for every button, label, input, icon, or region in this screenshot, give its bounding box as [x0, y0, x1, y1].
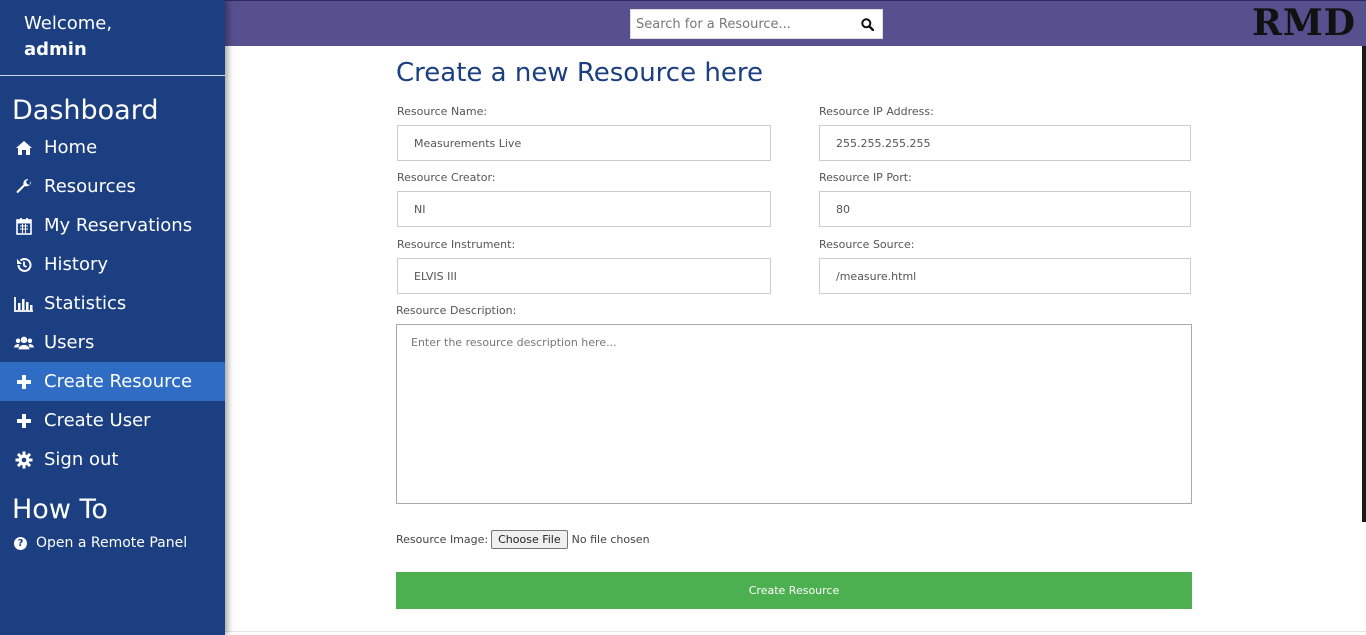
resource-ip-address-label: Resource IP Address:: [819, 105, 934, 118]
main-content: Create a new Resource here: [396, 46, 1196, 88]
sidebar-item-resources[interactable]: Resources: [0, 167, 225, 206]
dashboard-title: Dashboard: [12, 95, 159, 126]
resource-ip-port-input[interactable]: [819, 191, 1191, 227]
resource-creator-label: Resource Creator:: [397, 171, 496, 184]
sidebar-item-sign-out[interactable]: Sign out: [0, 440, 225, 479]
resource-description-textarea[interactable]: [396, 324, 1192, 504]
logo: RMD: [1252, 2, 1356, 44]
sidebar-item-history[interactable]: History: [0, 245, 225, 284]
sidebar-item-label: Home: [44, 137, 98, 158]
howto-item-label: Open a Remote Panel: [36, 535, 188, 551]
resource-instrument-input[interactable]: [397, 258, 771, 294]
sidebar-item-label: Statistics: [44, 293, 127, 314]
resource-creator-input[interactable]: [397, 191, 771, 227]
resource-source-label: Resource Source:: [819, 238, 915, 251]
resource-name-input[interactable]: [397, 125, 771, 161]
sidebar-item-create-user[interactable]: Create User: [0, 401, 225, 440]
search-icon[interactable]: [853, 10, 881, 38]
bar-chart-icon: [14, 294, 34, 314]
howto-item-open-remote-panel[interactable]: ? Open a Remote Panel: [0, 535, 225, 551]
sidebar-item-label: Sign out: [44, 449, 119, 470]
wrench-icon: [14, 177, 34, 197]
sidebar-item-my-reservations[interactable]: My Reservations: [0, 206, 225, 245]
create-resource-button[interactable]: Create Resource: [396, 572, 1192, 609]
sidebar-item-create-resource[interactable]: Create Resource: [0, 362, 225, 401]
welcome-block: Welcome, admin: [0, 0, 225, 76]
resource-image-label: Resource Image:: [396, 533, 489, 546]
search-input[interactable]: [631, 10, 853, 38]
resource-ip-port-label: Resource IP Port:: [819, 171, 912, 184]
sidebar-item-statistics[interactable]: Statistics: [0, 284, 225, 323]
resource-instrument-label: Resource Instrument:: [397, 238, 516, 251]
sidebar-item-label: Create Resource: [44, 371, 193, 392]
sidebar-item-label: Resources: [44, 176, 136, 197]
file-status: No file chosen: [571, 533, 650, 546]
calendar-icon: [14, 216, 34, 236]
search-box: [630, 9, 883, 39]
resource-name-label: Resource Name:: [397, 105, 488, 118]
resource-source-input[interactable]: [819, 258, 1191, 294]
top-bar: RMD: [225, 0, 1366, 46]
history-icon: [14, 255, 34, 275]
resource-description-label: Resource Description:: [396, 304, 517, 317]
home-icon: [14, 138, 34, 158]
plus-icon: [14, 411, 34, 431]
sidebar: Welcome, admin Dashboard Home Resources …: [0, 0, 225, 635]
gear-icon: [14, 450, 34, 470]
sidebar-item-users[interactable]: Users: [0, 323, 225, 362]
scrollbar[interactable]: [1362, 46, 1366, 522]
sidebar-item-label: Users: [44, 332, 95, 353]
divider: [225, 631, 1366, 632]
username: admin: [24, 39, 87, 60]
sidebar-item-label: Create User: [44, 410, 151, 431]
plus-icon: [14, 372, 34, 392]
question-circle-icon: ?: [14, 536, 27, 550]
welcome-label: Welcome,: [24, 13, 113, 34]
sidebar-item-label: History: [44, 254, 109, 275]
howto-title: How To: [12, 494, 108, 525]
resource-image-row: Resource Image: Choose File No file chos…: [396, 530, 650, 549]
users-icon: [14, 333, 34, 353]
sidebar-item-label: My Reservations: [44, 215, 193, 236]
page-title: Create a new Resource here: [396, 58, 763, 88]
sidebar-item-home[interactable]: Home: [0, 128, 225, 167]
resource-ip-address-input[interactable]: [819, 125, 1191, 161]
choose-file-button[interactable]: Choose File: [491, 530, 568, 549]
